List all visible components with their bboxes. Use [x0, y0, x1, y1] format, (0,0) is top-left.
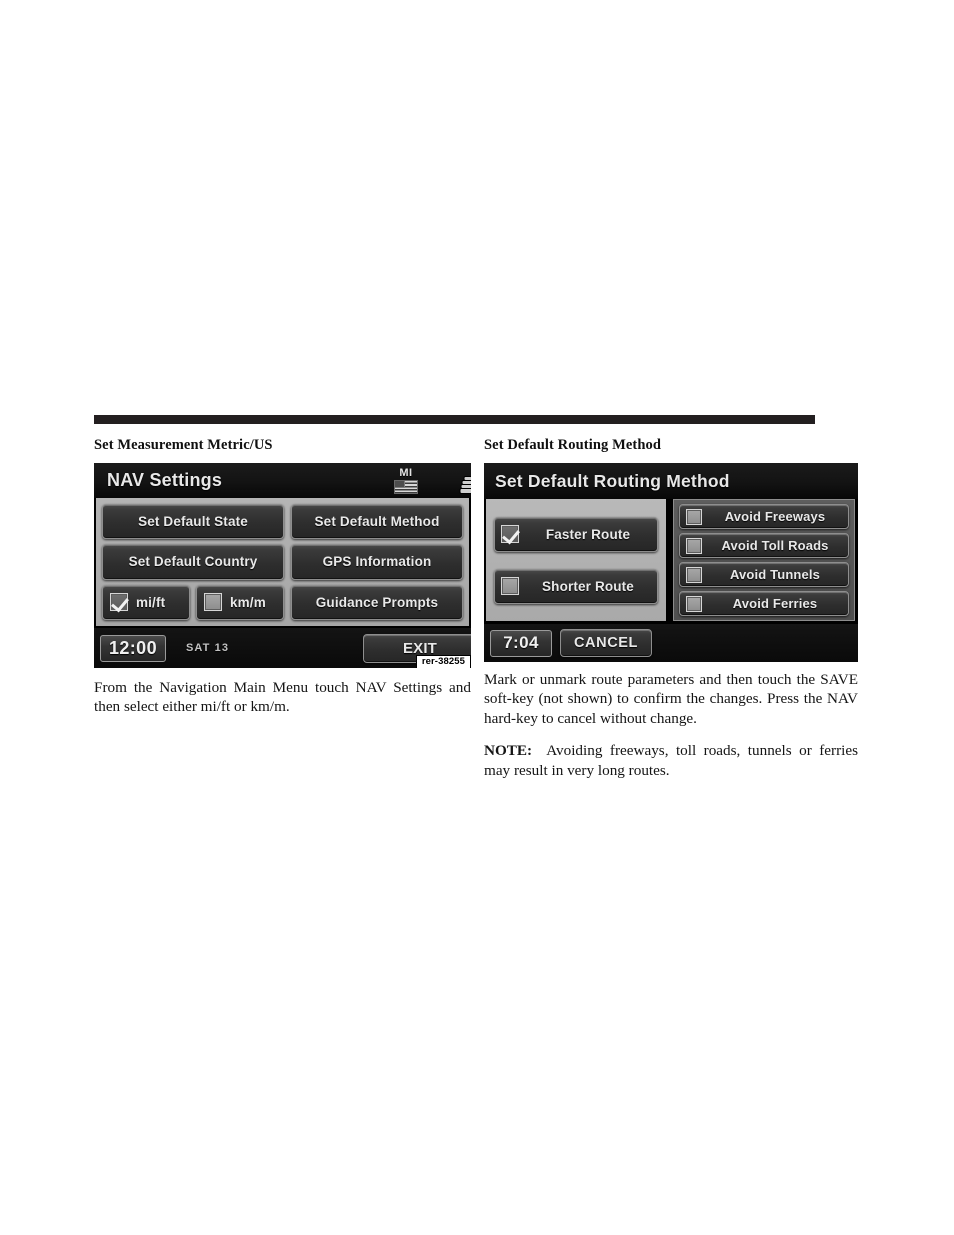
- right-body-copy: Mark or unmark route parameters and then…: [484, 670, 858, 780]
- right-paragraph-1: Mark or unmark route parameters and then…: [484, 671, 858, 727]
- us-flag-icon: MI: [394, 466, 418, 494]
- avoid-ferries-option[interactable]: Avoid Ferries: [679, 591, 849, 616]
- set-default-method-button[interactable]: Set Default Method: [291, 504, 463, 540]
- left-body-copy: From the Navigation Main Menu touch NAV …: [94, 678, 471, 717]
- unit-option-mi-ft-label: mi/ft: [136, 594, 166, 610]
- checkbox-unchecked-icon[interactable]: [686, 595, 702, 612]
- unit-option-km-m[interactable]: km/m: [196, 584, 284, 620]
- nav-settings-status-icons: MI: [394, 466, 471, 494]
- shorter-route-option[interactable]: Shorter Route: [494, 568, 658, 604]
- nav-settings-screenshot: NAV Settings MI Set Default State Set De…: [94, 463, 471, 668]
- clock-display[interactable]: 12:00: [100, 634, 166, 662]
- avoid-ferries-label: Avoid Ferries: [732, 596, 818, 611]
- faster-route-option[interactable]: Faster Route: [494, 516, 658, 552]
- routing-method-titlebar: Set Default Routing Method: [484, 463, 858, 499]
- figure-number-label: rer-38255: [415, 654, 471, 668]
- routing-method-status-bar: 7:04 CANCEL: [484, 624, 858, 662]
- vehicle-front-icon: [460, 476, 471, 494]
- faster-route-label: Faster Route: [545, 526, 631, 542]
- checkbox-checked-icon[interactable]: [110, 593, 128, 612]
- flag-glyph: [394, 479, 418, 494]
- routing-method-title: Set Default Routing Method: [495, 470, 730, 491]
- avoid-freeways-label: Avoid Freeways: [724, 509, 826, 524]
- route-type-panel: Faster Route Shorter Route: [486, 499, 666, 621]
- note-label: NOTE:: [484, 742, 533, 760]
- right-column: Set Default Routing Method: [484, 436, 861, 462]
- set-default-country-button[interactable]: Set Default Country: [102, 544, 284, 580]
- nav-settings-status-bar: 12:00 SAT 13 EXIT: [94, 628, 471, 668]
- checkbox-unchecked-icon[interactable]: [686, 537, 702, 554]
- right-note-paragraph: NOTE: Avoiding freeways, toll roads, tun…: [484, 741, 858, 780]
- note-spacer: [532, 742, 546, 759]
- gps-information-button[interactable]: GPS Information: [291, 544, 463, 580]
- left-paragraph-1: From the Navigation Main Menu touch NAV …: [94, 679, 471, 716]
- guidance-prompts-button[interactable]: Guidance Prompts: [291, 584, 463, 620]
- left-section-heading: Set Measurement Metric/US: [94, 437, 273, 453]
- avoid-freeways-option[interactable]: Avoid Freeways: [679, 504, 849, 529]
- avoid-toll-roads-option[interactable]: Avoid Toll Roads: [679, 533, 849, 558]
- avoid-toll-roads-label: Avoid Toll Roads: [721, 538, 829, 553]
- unit-indicator-label: MI: [399, 466, 413, 479]
- unit-option-mi-ft[interactable]: mi/ft: [102, 584, 190, 620]
- unit-option-km-m-label: km/m: [230, 594, 266, 610]
- right-section-heading: Set Default Routing Method: [484, 437, 661, 453]
- routing-method-screenshot: Set Default Routing Method Faster Route …: [484, 463, 858, 662]
- avoid-options-panel: Avoid Freeways Avoid Toll Roads Avoid Tu…: [673, 499, 855, 621]
- checkbox-unchecked-icon[interactable]: [686, 566, 702, 583]
- cancel-button[interactable]: CANCEL: [560, 629, 652, 657]
- shorter-route-label: Shorter Route: [542, 578, 634, 594]
- nav-settings-title: NAV Settings: [107, 470, 223, 490]
- checkbox-checked-icon[interactable]: [501, 525, 519, 543]
- nav-settings-titlebar: NAV Settings MI: [94, 463, 471, 498]
- left-column: Set Measurement Metric/US: [94, 436, 471, 462]
- checkbox-unchecked-icon[interactable]: [686, 508, 702, 525]
- unit-toggle-group: mi/ft km/m: [102, 584, 284, 620]
- checkbox-unchecked-icon[interactable]: [204, 593, 222, 612]
- avoid-tunnels-label: Avoid Tunnels: [729, 567, 821, 582]
- clock-display[interactable]: 7:04: [490, 629, 552, 657]
- set-default-state-button[interactable]: Set Default State: [102, 504, 284, 540]
- page-top-rule: [94, 415, 815, 424]
- nav-settings-button-grid: Set Default State Set Default Method Set…: [96, 498, 469, 626]
- date-display: SAT 13: [186, 642, 230, 654]
- avoid-tunnels-option[interactable]: Avoid Tunnels: [679, 562, 849, 587]
- checkbox-unchecked-icon[interactable]: [501, 577, 519, 595]
